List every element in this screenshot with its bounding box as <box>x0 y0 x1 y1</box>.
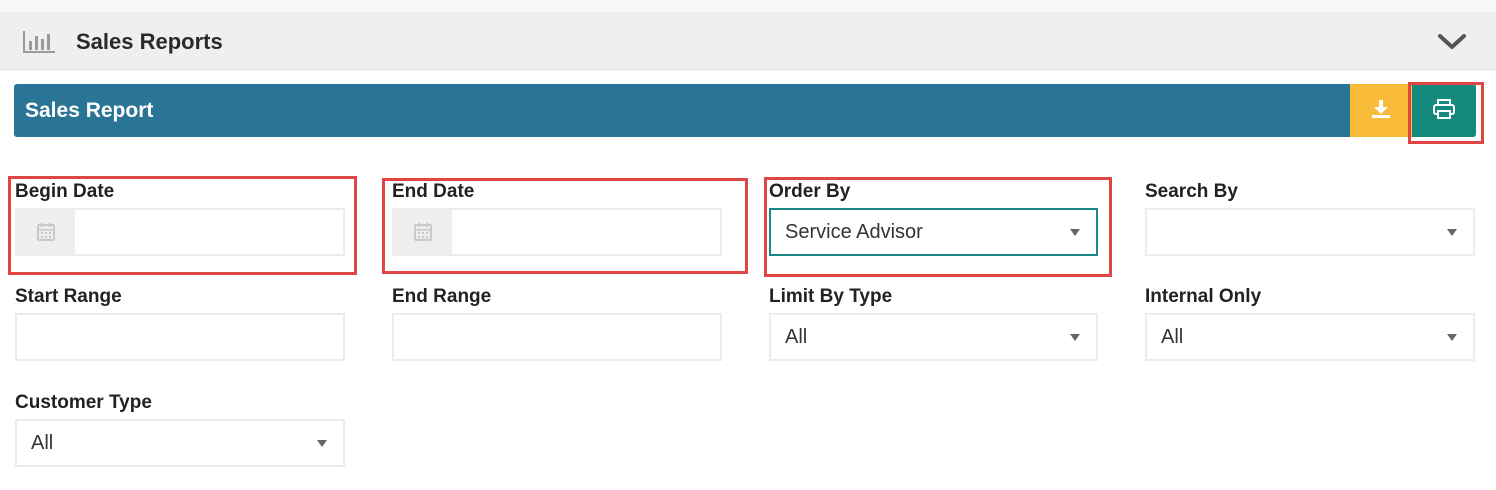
customer-type-select[interactable]: All <box>15 419 345 467</box>
limit-by-type-value: All <box>785 326 808 348</box>
calendar-icon[interactable] <box>394 210 452 254</box>
internal-only-label: Internal Only <box>1145 286 1262 307</box>
end-date-field[interactable] <box>392 208 722 256</box>
order-by-label: Order By <box>769 181 851 202</box>
caret-down-icon <box>1070 229 1080 236</box>
start-range-input[interactable] <box>15 313 345 361</box>
end-range-input[interactable] <box>392 313 722 361</box>
bar-chart-icon <box>22 30 56 59</box>
limit-by-type-label: Limit By Type <box>769 286 893 307</box>
report-title: Sales Report <box>25 99 154 122</box>
internal-only-value: All <box>1161 326 1184 348</box>
caret-down-icon <box>1070 334 1080 341</box>
begin-date-field[interactable] <box>15 208 345 256</box>
limit-by-type-select[interactable]: All <box>769 313 1098 361</box>
calendar-icon[interactable] <box>17 210 75 254</box>
customer-type-value: All <box>31 432 54 454</box>
caret-down-icon <box>317 440 327 447</box>
start-range-label: Start Range <box>15 286 122 307</box>
caret-down-icon <box>1447 229 1457 236</box>
internal-only-select[interactable]: All <box>1145 313 1475 361</box>
panel-header[interactable]: Sales Reports <box>0 12 1496 70</box>
top-strip <box>0 0 1496 12</box>
print-icon <box>1433 99 1455 122</box>
order-by-select[interactable]: Service Advisor <box>769 208 1098 256</box>
chevron-down-icon[interactable] <box>1437 32 1467 57</box>
search-by-label: Search By <box>1145 181 1238 202</box>
begin-date-label: Begin Date <box>15 181 115 202</box>
customer-type-label: Customer Type <box>15 392 152 413</box>
report-toolbar: Sales Report <box>14 84 1476 137</box>
download-button[interactable] <box>1350 84 1412 137</box>
end-date-label: End Date <box>392 181 475 202</box>
print-button[interactable] <box>1412 84 1476 137</box>
order-by-value: Service Advisor <box>785 221 923 243</box>
caret-down-icon <box>1447 334 1457 341</box>
download-icon <box>1371 99 1391 122</box>
search-by-select[interactable] <box>1145 208 1475 256</box>
panel-title: Sales Reports <box>76 29 223 54</box>
end-range-label: End Range <box>392 286 492 307</box>
